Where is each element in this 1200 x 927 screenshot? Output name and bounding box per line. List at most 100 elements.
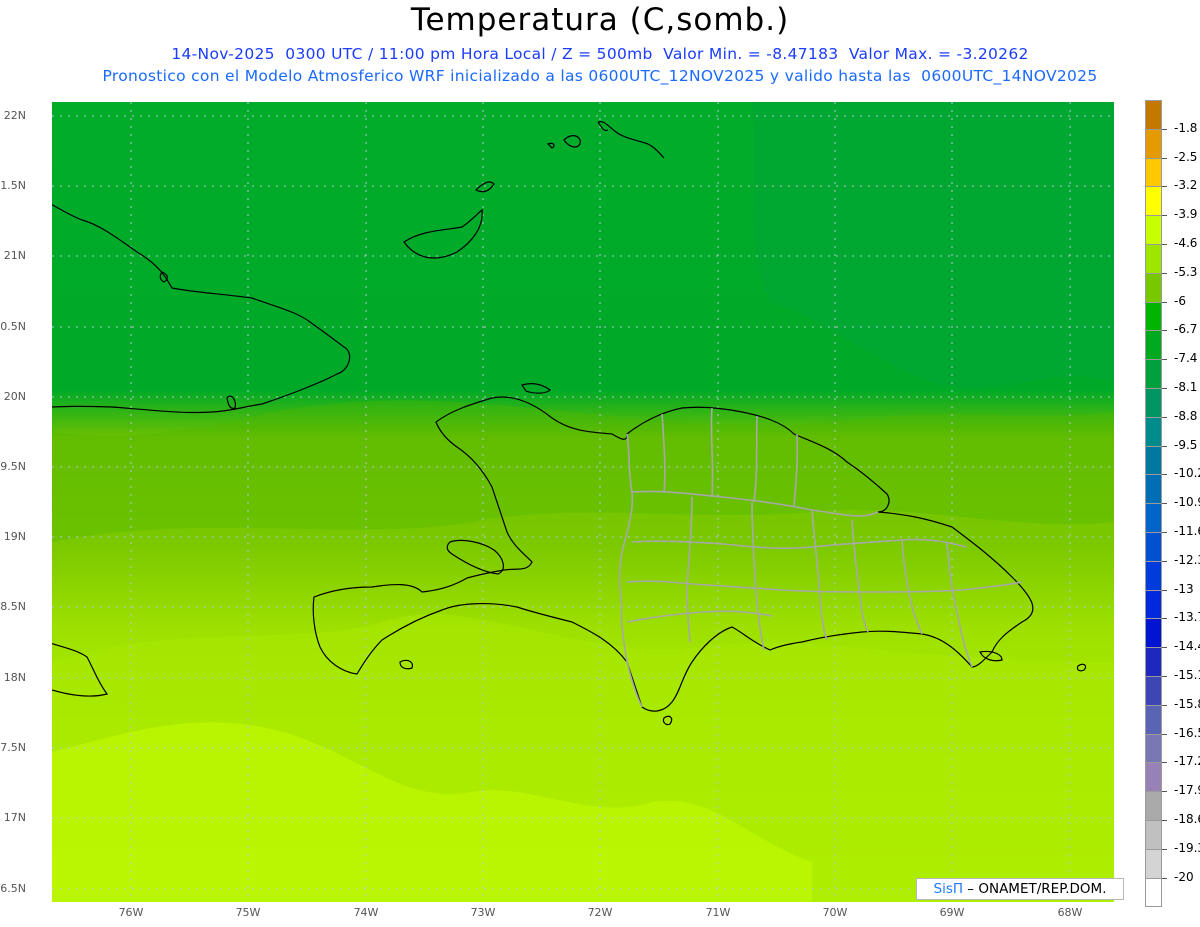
lat-label: 19N bbox=[3, 530, 26, 543]
lat-label: 8.5N bbox=[0, 600, 26, 613]
colorbar-tick bbox=[1162, 186, 1167, 188]
colorbar bbox=[1145, 100, 1162, 908]
colorbar-tick bbox=[1162, 618, 1167, 620]
colorbar-tick bbox=[1162, 647, 1167, 649]
colorbar-label: -9.5 bbox=[1174, 437, 1198, 452]
colorbar-tick bbox=[1162, 704, 1167, 706]
colorbar-swatch bbox=[1145, 128, 1162, 159]
colorbar-swatch bbox=[1145, 416, 1162, 447]
lat-label: 18N bbox=[3, 671, 26, 684]
colorbar-swatch bbox=[1145, 560, 1162, 591]
lon-label: 76W bbox=[118, 906, 144, 919]
colorbar-label: -10.9 bbox=[1174, 495, 1200, 510]
colorbar-label: -5.3 bbox=[1174, 264, 1198, 279]
lon-label: 72W bbox=[587, 906, 613, 919]
lon-label: 75W bbox=[235, 906, 261, 919]
colorbar-swatch bbox=[1145, 820, 1162, 850]
map-title: Temperatura (C,somb.) bbox=[410, 2, 790, 38]
colorbar-swatch bbox=[1145, 330, 1162, 361]
lon-label: 68W bbox=[1057, 906, 1083, 919]
colorbar-label: -1.8 bbox=[1174, 120, 1198, 135]
colorbar-tick bbox=[1162, 877, 1167, 879]
colorbar-label: -6.7 bbox=[1174, 322, 1198, 337]
lon-label: 74W bbox=[353, 906, 379, 919]
colorbar-tick bbox=[1162, 301, 1167, 303]
colorbar-label: -17.9 bbox=[1174, 783, 1200, 798]
colorbar-tick bbox=[1162, 388, 1167, 389]
colorbar-swatch bbox=[1145, 301, 1162, 332]
colorbar-tick bbox=[1162, 762, 1167, 764]
colorbar-tick bbox=[1162, 820, 1167, 821]
colorbar-swatch bbox=[1145, 704, 1162, 735]
colorbar-swatch bbox=[1145, 272, 1162, 303]
colorbar-tick bbox=[1162, 157, 1167, 159]
sispi-logo-text: SisΠ bbox=[933, 881, 964, 897]
lon-label: 73W bbox=[470, 906, 496, 919]
colorbar-tick bbox=[1162, 128, 1167, 130]
colorbar-label: -11.6 bbox=[1174, 524, 1200, 538]
credit-box: SisΠ – ONAMET/REP.DOM. bbox=[916, 878, 1124, 900]
colorbar-label: -10.2 bbox=[1174, 466, 1200, 481]
colorbar-label: -14.4 bbox=[1174, 639, 1200, 654]
colorbar-tick bbox=[1162, 733, 1167, 735]
lon-label: 71W bbox=[705, 906, 731, 919]
colorbar-swatch bbox=[1145, 186, 1162, 217]
colorbar-label: -3.9 bbox=[1174, 207, 1198, 222]
colorbar-tick bbox=[1162, 848, 1167, 850]
colorbar-tick bbox=[1162, 503, 1167, 505]
colorbar-tick bbox=[1162, 560, 1167, 562]
colorbar-swatch bbox=[1145, 157, 1162, 188]
colorbar-swatch bbox=[1145, 503, 1162, 533]
colorbar-label: -3.2 bbox=[1174, 178, 1198, 193]
colorbar-label: -4.6 bbox=[1174, 236, 1198, 250]
colorbar-label: -8.1 bbox=[1174, 380, 1198, 394]
colorbar-tick bbox=[1162, 474, 1167, 476]
lon-label: 69W bbox=[939, 906, 965, 919]
colorbar-label: -20 bbox=[1174, 869, 1194, 884]
model-initialization-info: Pronostico con el Modelo Atmosferico WRF… bbox=[102, 67, 1098, 85]
temperature-map bbox=[52, 102, 1114, 902]
colorbar-swatch bbox=[1145, 618, 1162, 649]
colorbar-swatch bbox=[1145, 762, 1162, 793]
lon-label: 70W bbox=[822, 906, 848, 919]
colorbar-tick bbox=[1162, 676, 1167, 677]
colorbar-tick bbox=[1162, 416, 1167, 418]
colorbar-label: -19.3 bbox=[1174, 840, 1200, 855]
colorbar-swatch bbox=[1145, 532, 1162, 562]
colorbar-label: -12.3 bbox=[1174, 552, 1200, 567]
colorbar-tick bbox=[1162, 589, 1167, 591]
colorbar-swatch bbox=[1145, 388, 1162, 418]
colorbar-swatch bbox=[1145, 733, 1162, 764]
colorbar-tick bbox=[1162, 359, 1167, 361]
colorbar-label: -15.1 bbox=[1174, 668, 1200, 682]
lat-label: 21N bbox=[3, 249, 26, 262]
colorbar-label: -8.8 bbox=[1174, 408, 1198, 423]
lat-label: 9.5N bbox=[0, 460, 26, 473]
colorbar-swatch bbox=[1145, 474, 1162, 505]
colorbar-label: -13.7 bbox=[1174, 610, 1200, 625]
colorbar-tick bbox=[1162, 532, 1167, 533]
colorbar-swatch bbox=[1145, 215, 1162, 245]
colorbar-label: -15.8 bbox=[1174, 696, 1200, 711]
credit-organization: – ONAMET/REP.DOM. bbox=[963, 881, 1107, 897]
lat-label: 22N bbox=[3, 109, 26, 122]
colorbar-swatch bbox=[1145, 445, 1162, 476]
colorbar-tick bbox=[1162, 330, 1167, 332]
lat-label: 17N bbox=[3, 811, 26, 824]
lat-label: 7.5N bbox=[0, 741, 26, 754]
colorbar-label: -18.6 bbox=[1174, 812, 1200, 826]
colorbar-swatch bbox=[1145, 647, 1162, 677]
lat-label: 20N bbox=[3, 390, 26, 403]
colorbar-tick bbox=[1162, 791, 1167, 793]
colorbar-swatch bbox=[1145, 877, 1162, 908]
colorbar-label: -17.2 bbox=[1174, 754, 1200, 769]
colorbar-label: -7.4 bbox=[1174, 351, 1198, 366]
colorbar-label: -16.5 bbox=[1174, 725, 1200, 740]
colorbar-label: -6 bbox=[1174, 293, 1186, 308]
colorbar-label: -2.5 bbox=[1174, 149, 1198, 164]
colorbar-swatch bbox=[1145, 359, 1162, 389]
colorbar-tick bbox=[1162, 445, 1167, 447]
colorbar-label: -13 bbox=[1174, 581, 1194, 596]
colorbar-swatch bbox=[1145, 676, 1162, 706]
colorbar-swatch bbox=[1145, 100, 1162, 130]
